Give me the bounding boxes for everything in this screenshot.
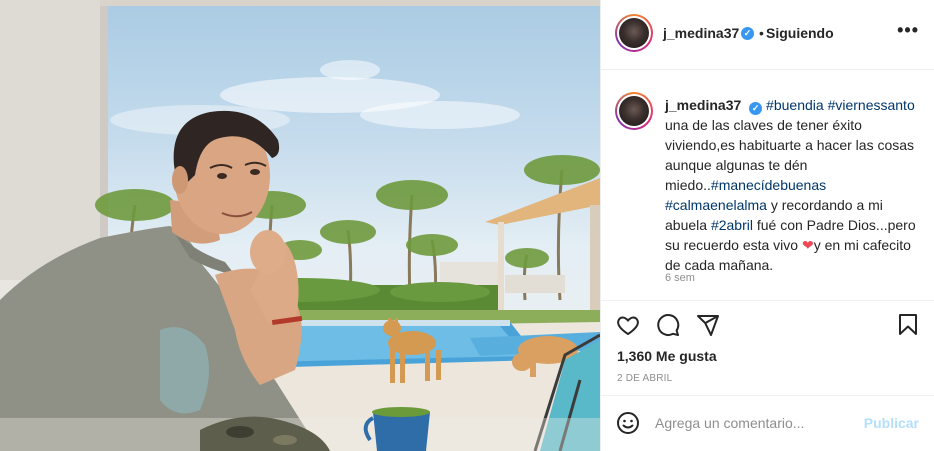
add-comment-bar: Publicar <box>601 395 934 451</box>
bookmark-icon[interactable] <box>896 313 920 342</box>
action-bar: 1,360 Me gusta 2 DE ABRIL <box>601 300 934 395</box>
hashtag-link[interactable]: #manecídebuenas <box>711 177 826 193</box>
verified-badge-icon: ✓ <box>741 27 754 40</box>
caption-area: j_medina37 ✓ #buendia #viernessanto una … <box>601 70 934 300</box>
hashtag-link[interactable]: #buendia <box>766 97 824 113</box>
post-caption: j_medina37 ✓ #buendia #viernessanto una … <box>665 95 923 275</box>
caption-verified-badge-icon: ✓ <box>749 102 763 115</box>
separator-dot: • <box>759 25 764 41</box>
post-side-panel: j_medina37 ✓ • Siguiendo ••• j_medina37 … <box>600 0 934 451</box>
comment-bubble-icon[interactable] <box>656 313 680 342</box>
photo-scene <box>0 0 600 451</box>
post-date[interactable]: 2 DE ABRIL <box>617 373 672 384</box>
more-options-icon[interactable]: ••• <box>897 20 919 41</box>
hashtag-link[interactable]: #2abril <box>711 217 753 233</box>
following-button[interactable]: Siguiendo <box>766 25 834 41</box>
publish-button[interactable]: Publicar <box>864 415 919 431</box>
caption-author-avatar[interactable] <box>615 92 653 130</box>
smiley-icon[interactable] <box>616 411 640 440</box>
post-time-ago[interactable]: 6 sem <box>665 272 695 284</box>
heart-emoji: ❤ <box>801 237 814 253</box>
comment-input[interactable] <box>655 413 855 433</box>
heart-icon[interactable] <box>616 313 640 342</box>
paper-plane-icon[interactable] <box>696 313 720 342</box>
hashtag-link[interactable]: #calmaenelalma <box>665 197 767 213</box>
likes-count[interactable]: 1,360 Me gusta <box>617 348 717 364</box>
author-avatar[interactable] <box>615 14 653 52</box>
caption-username[interactable]: j_medina37 <box>665 97 741 113</box>
instagram-post-view: j_medina37 ✓ • Siguiendo ••• j_medina37 … <box>0 0 934 451</box>
author-username[interactable]: j_medina37 <box>663 25 739 41</box>
hashtag-link[interactable]: #viernessanto <box>828 97 915 113</box>
post-header: j_medina37 ✓ • Siguiendo ••• <box>601 0 934 70</box>
post-photo[interactable] <box>0 0 600 451</box>
